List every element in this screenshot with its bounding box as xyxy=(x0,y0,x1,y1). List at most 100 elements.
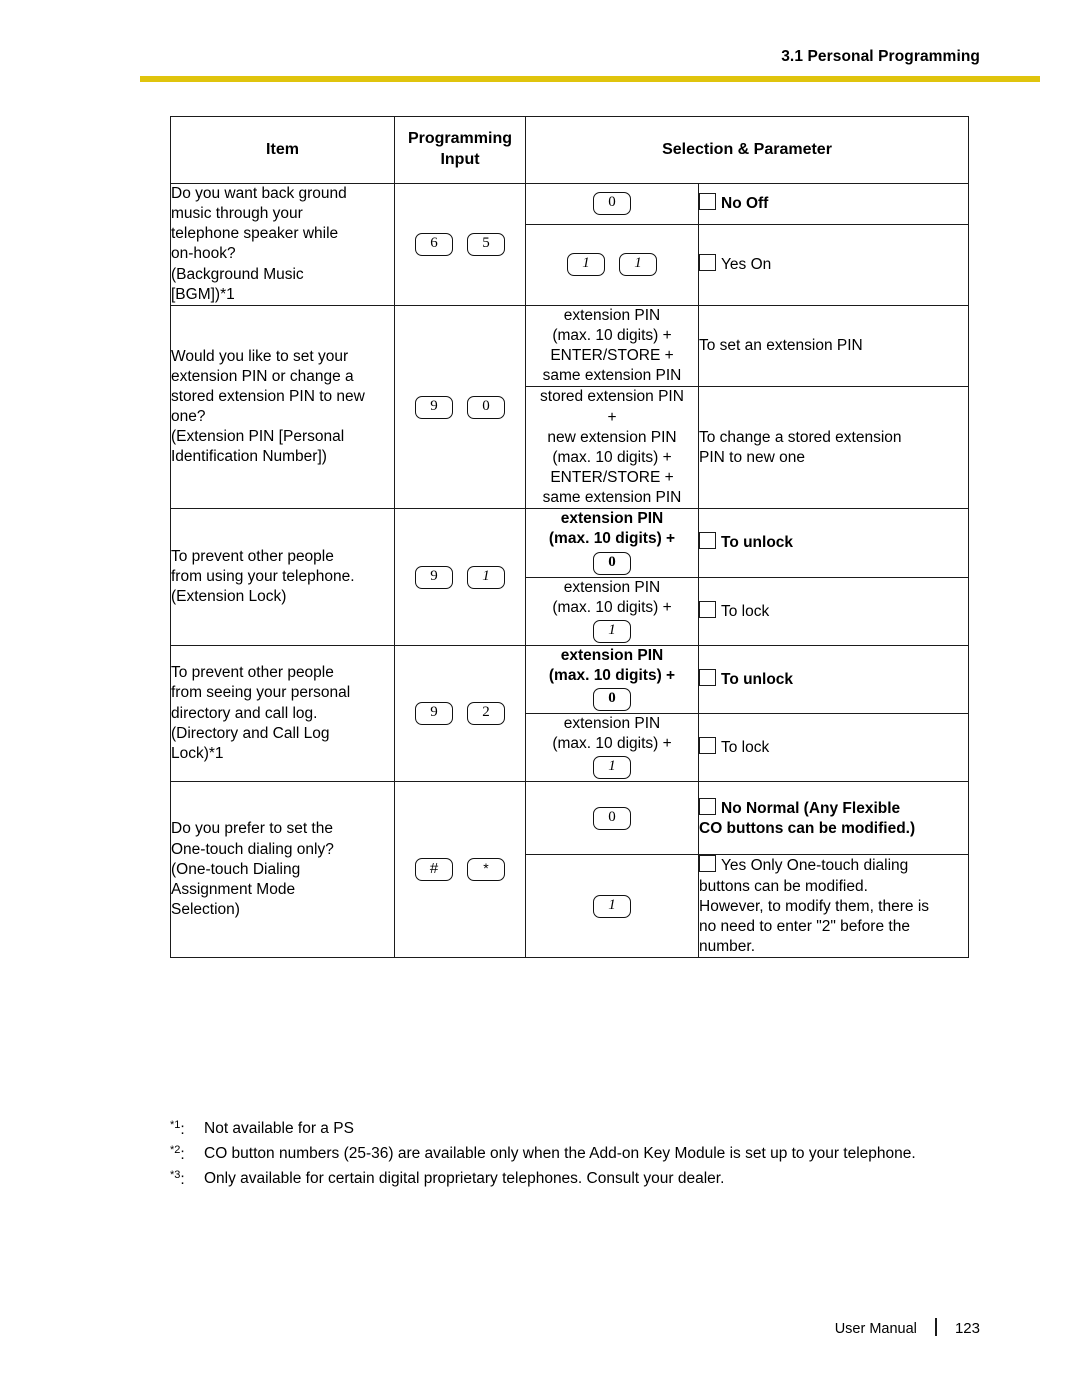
phone-key[interactable]: 6 xyxy=(415,232,453,256)
item-line: Would you like to set your xyxy=(171,347,349,365)
selection-line: ENTER/STORE + xyxy=(550,347,674,365)
checkbox-icon[interactable] xyxy=(699,254,716,272)
parameter-line: no need to enter "2" before the xyxy=(699,917,910,935)
phone-key-group: 65 xyxy=(408,231,512,258)
phone-key[interactable]: 0 xyxy=(593,688,631,712)
parameter-line: buttons can be modified. xyxy=(699,877,868,895)
column-header-selection-parameter: Selection & Parameter xyxy=(524,116,970,184)
selection-line: ENTER/STORE + xyxy=(550,468,674,486)
item-line: To prevent other people xyxy=(171,547,334,565)
item-line: (Extension PIN [Personal xyxy=(171,428,345,446)
selection-line: (max. 10 digits) + xyxy=(552,598,672,616)
column-header-programming-input: Programming Input xyxy=(394,116,526,184)
item-line: stored extension PIN to new xyxy=(171,387,365,405)
selection-line: extension PIN xyxy=(563,578,661,596)
programming-input-cell: 90 xyxy=(394,304,526,510)
selection-line: (max. 10 digits) + xyxy=(552,735,672,753)
footer-page-number: 123 xyxy=(954,1320,980,1337)
parameter-line: However, to modify them, there is xyxy=(699,897,930,915)
phone-key[interactable]: 0 xyxy=(467,395,505,419)
checkbox-icon[interactable] xyxy=(699,797,716,815)
parameter-cell: To unlock xyxy=(697,644,970,715)
phone-key[interactable]: 0 xyxy=(593,806,631,830)
checkbox-icon[interactable] xyxy=(699,668,716,686)
parameter-line: No Normal (Any Flexible xyxy=(699,797,968,819)
selection-line: (max. 10 digits) + xyxy=(548,666,676,684)
selection-line: same extension PIN xyxy=(542,489,682,507)
selection-line: extension PIN xyxy=(560,646,664,664)
phone-key[interactable]: 0 xyxy=(593,192,631,216)
parameter-cell: Yes On xyxy=(697,223,970,306)
checkbox-icon[interactable] xyxy=(699,532,716,550)
parameter-line: number. xyxy=(699,937,756,955)
item-line: directory and call log. xyxy=(171,704,318,722)
item-line: (Directory and Call Log xyxy=(171,724,330,742)
parameter-text: No Off xyxy=(721,195,769,213)
item-line: one? xyxy=(171,408,206,426)
parameter-text: No Normal (Any Flexible xyxy=(721,799,901,817)
parameter-text: To lock xyxy=(721,602,770,620)
checkbox-icon[interactable] xyxy=(699,193,716,211)
column-header-programming-input-line1: Programming xyxy=(407,130,512,148)
footnote-text: Only available for certain digital propr… xyxy=(204,1170,725,1188)
parameter-line: To change a stored extension xyxy=(699,428,902,446)
item-cell: To prevent other people from seeing your… xyxy=(170,644,395,783)
item-line: Do you prefer to set the xyxy=(171,820,333,838)
header-rule xyxy=(140,76,1040,82)
footnote-item: *2: CO button numbers (25-36) are availa… xyxy=(170,1143,990,1166)
table-row: Would you like to set your extension PIN… xyxy=(170,304,970,510)
phone-key-star[interactable]: * xyxy=(467,858,505,882)
programming-input-cell: 91 xyxy=(394,508,526,646)
phone-key[interactable]: 9 xyxy=(415,565,453,589)
page-footer: User Manual 123 xyxy=(0,1318,1080,1337)
footnote-marker: *1: xyxy=(170,1119,185,1139)
phone-key[interactable]: 1 xyxy=(593,619,631,643)
parameter-cell: To set an extension PIN xyxy=(697,304,970,388)
table-header-row: Item Programming Input Selection & Param… xyxy=(170,116,970,184)
parameter-cell: To change a stored extension PIN to new … xyxy=(697,386,970,510)
phone-key[interactable]: 1 xyxy=(593,756,631,780)
phone-key-group: 92 xyxy=(408,700,512,727)
item-line: (One-touch Dialing xyxy=(171,860,301,878)
programming-input-cell: # * xyxy=(394,781,526,959)
phone-key-group: # * xyxy=(408,856,512,883)
footnote-item: *3: Only available for certain digital p… xyxy=(170,1168,990,1191)
selection-cell: 11 xyxy=(525,223,699,306)
selection-cell: stored extension PIN + new extension PIN… xyxy=(525,386,699,510)
parameter-text: To set an extension PIN xyxy=(699,337,863,355)
phone-key[interactable]: 0 xyxy=(593,551,631,575)
phone-key[interactable]: 1 xyxy=(467,565,505,589)
checkbox-icon[interactable] xyxy=(699,855,716,873)
checkbox-icon[interactable] xyxy=(699,600,716,618)
item-line: (Background Music xyxy=(171,265,304,283)
phone-key[interactable]: 2 xyxy=(467,702,505,726)
selection-line: + xyxy=(607,408,617,426)
item-cell: Do you want back ground music through yo… xyxy=(170,183,395,306)
checkbox-icon[interactable] xyxy=(699,737,716,755)
programming-input-cell: 92 xyxy=(394,644,526,783)
selection-line: (max. 10 digits) + xyxy=(548,530,676,548)
phone-key-group: 90 xyxy=(408,394,512,421)
selection-line: extension PIN xyxy=(563,306,661,324)
selection-cell: extension PIN (max. 10 digits) + ENTER/S… xyxy=(525,304,699,388)
column-header-item: Item xyxy=(170,116,395,184)
selection-cell: extension PIN (max. 10 digits) + 0 xyxy=(525,644,699,715)
phone-key[interactable]: 1 xyxy=(593,894,631,918)
parameter-text: To unlock xyxy=(721,534,794,552)
phone-key[interactable]: 9 xyxy=(415,702,453,726)
phone-key[interactable]: 1 xyxy=(567,253,605,277)
parameter-cell: No Off xyxy=(697,183,970,225)
phone-key[interactable]: 9 xyxy=(415,395,453,419)
phone-key-hash[interactable]: # xyxy=(415,858,453,882)
item-line: [BGM])*1 xyxy=(171,285,235,303)
footnote-marker: *3: xyxy=(170,1169,185,1189)
table-row: Do you want back ground music through yo… xyxy=(170,183,970,306)
parameter-line: PIN to new one xyxy=(699,448,805,466)
footnote-text: Not available for a PS xyxy=(204,1120,354,1137)
item-line: (Extension Lock) xyxy=(171,588,287,606)
selection-cell: 0 xyxy=(525,781,699,856)
phone-key[interactable]: 1 xyxy=(619,253,657,277)
phone-key-group: 91 xyxy=(408,564,512,591)
selection-line: new extension PIN xyxy=(547,428,677,446)
phone-key[interactable]: 5 xyxy=(467,232,505,256)
